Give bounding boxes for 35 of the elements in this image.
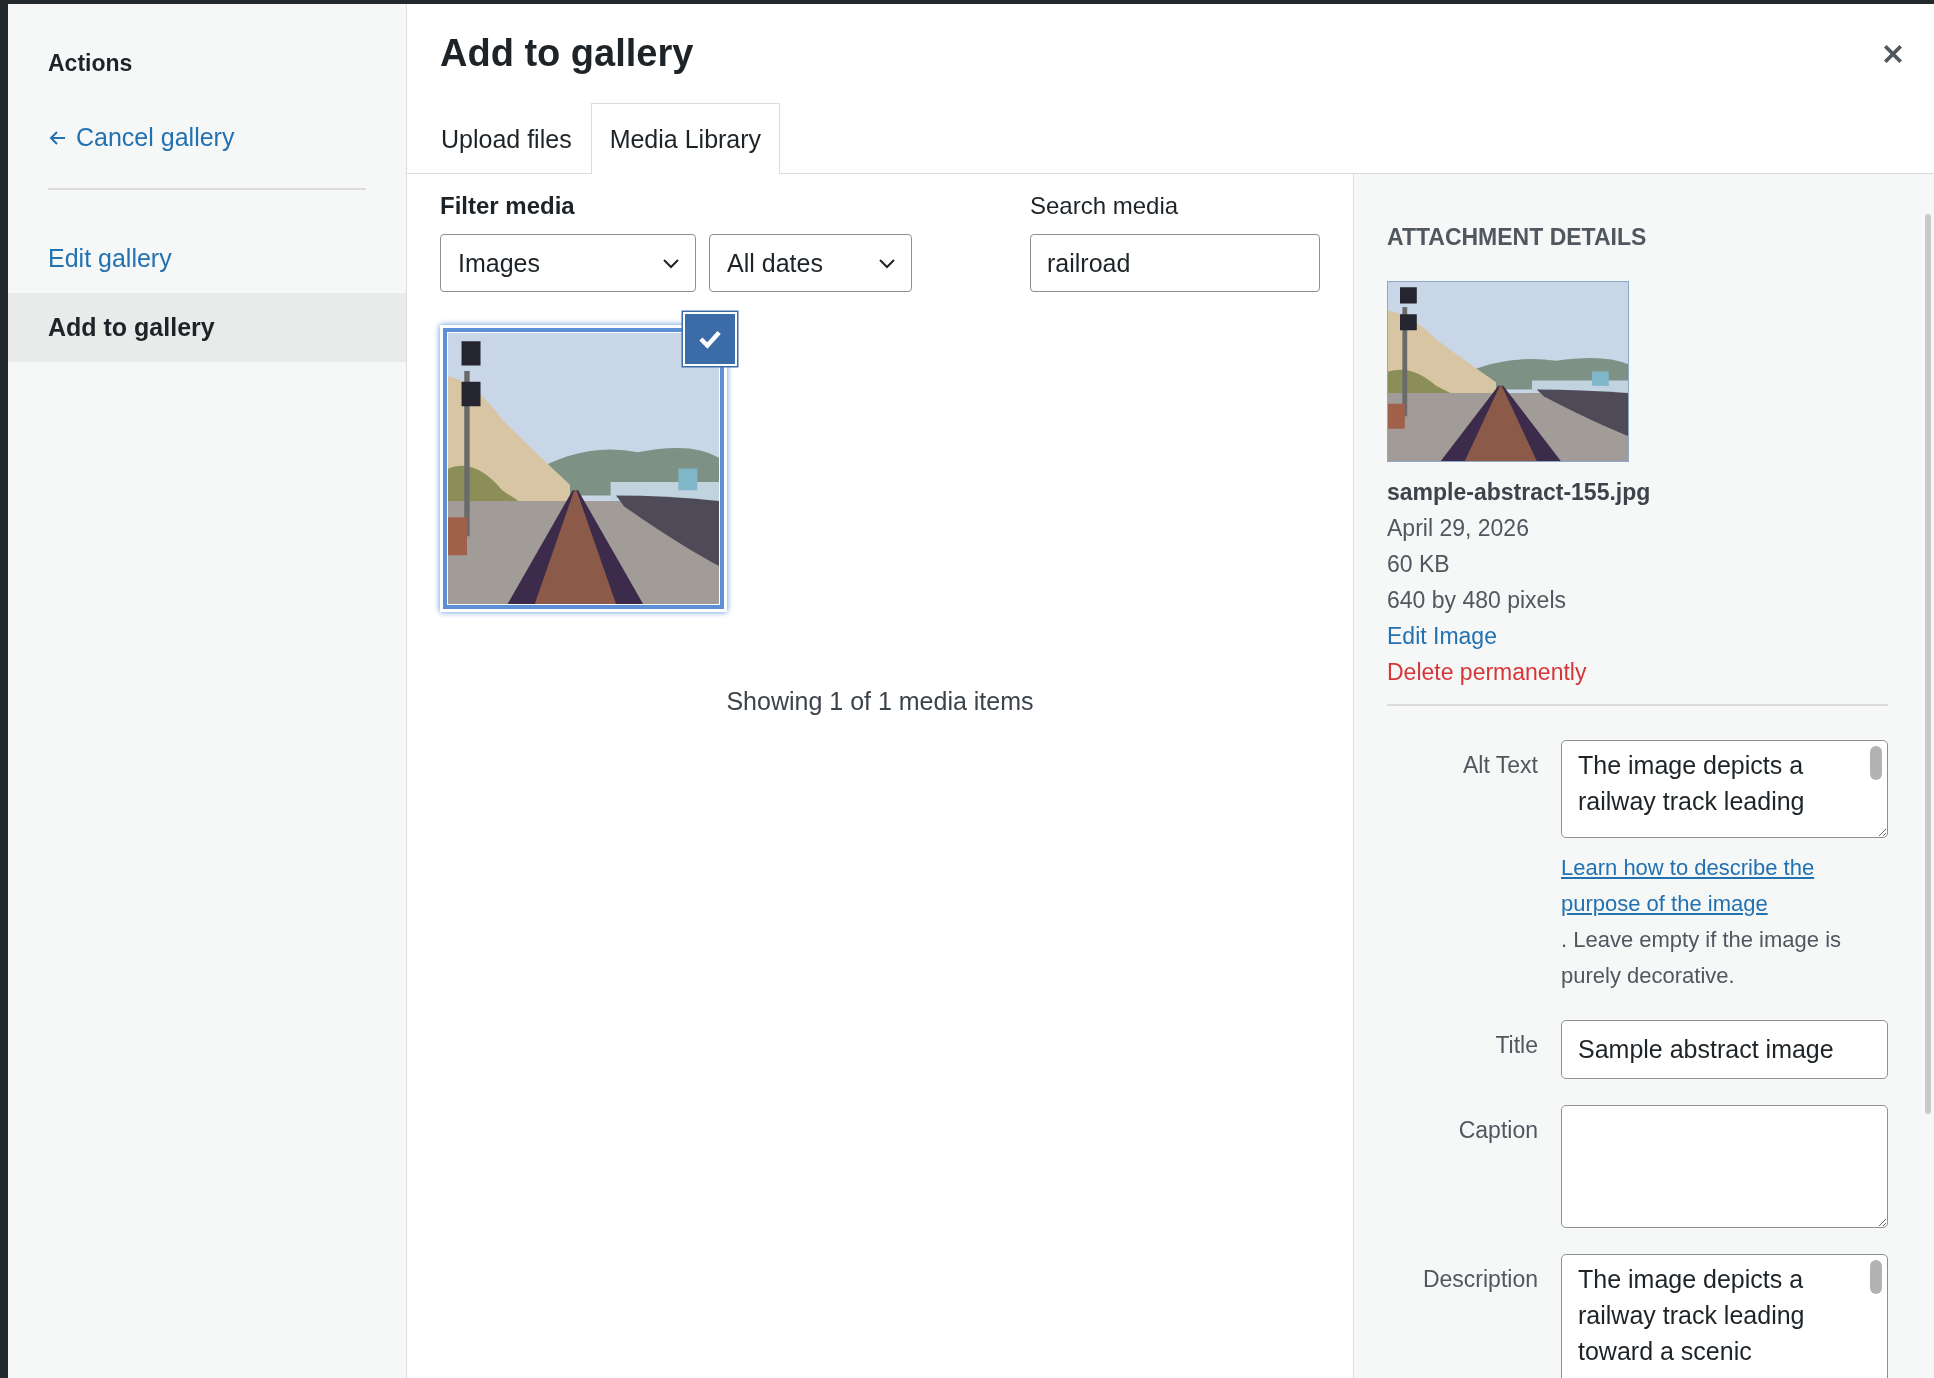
modal-title: Add to gallery bbox=[440, 32, 694, 75]
file-dimensions: 640 by 480 pixels bbox=[1387, 586, 1566, 615]
filter-dropdown[interactable]: Images bbox=[440, 234, 696, 292]
cancel-gallery-link[interactable]: Cancel gallery bbox=[48, 123, 235, 152]
text-area[interactable] bbox=[1561, 1105, 1888, 1228]
scrollbar-thumb[interactable] bbox=[1925, 214, 1931, 1114]
text-area[interactable]: The image depicts a railway track leading bbox=[1561, 740, 1888, 838]
field-label: Caption bbox=[1457, 1116, 1538, 1145]
status-text: Showing 1 of 1 media items bbox=[725, 687, 1035, 716]
help-text: Learn how to describe the purpose of the image . Leave empty if the image is purely decorative. bbox=[1561, 850, 1896, 994]
sidebar-item[interactable]: Add to gallery bbox=[8, 293, 406, 362]
details-heading: ATTACHMENT DETAILS bbox=[1387, 224, 1647, 251]
title-field[interactable]: Sample abstract image bbox=[1561, 1020, 1888, 1079]
edit-image-link[interactable]: Edit Image bbox=[1387, 618, 1497, 654]
scrollbar-thumb[interactable] bbox=[1870, 1260, 1882, 1294]
tab[interactable]: Upload files bbox=[422, 103, 591, 174]
scrollbar-thumb[interactable] bbox=[1870, 746, 1882, 780]
search-field[interactable]: railroad bbox=[1030, 234, 1320, 292]
text-area[interactable]: The image depicts a railway track leading toward a scenic bbox=[1561, 1254, 1888, 1378]
file-size: 60 KB bbox=[1387, 550, 1450, 579]
field-label: Alt Text bbox=[1462, 751, 1538, 780]
close-icon bbox=[1882, 42, 1904, 65]
filter-label: Filter media bbox=[440, 192, 576, 220]
help-link[interactable]: Learn how to describe the purpose of the image bbox=[1561, 850, 1896, 922]
file-name: sample-abstract-155.jpg bbox=[1387, 478, 1651, 507]
sidebar-heading: Actions bbox=[48, 50, 133, 77]
search-label: Search media bbox=[1030, 192, 1180, 220]
sidebar-item[interactable]: Edit gallery bbox=[8, 224, 406, 293]
tab[interactable]: Media Library bbox=[590, 103, 781, 174]
field-label: Description bbox=[1421, 1265, 1538, 1294]
file-date: April 29, 2026 bbox=[1387, 514, 1529, 543]
delete-link[interactable]: Delete permanently bbox=[1387, 654, 1587, 690]
checkbox[interactable] bbox=[683, 312, 737, 366]
filter-dropdown[interactable]: All dates bbox=[709, 234, 912, 292]
field-label: Title bbox=[1494, 1031, 1538, 1060]
